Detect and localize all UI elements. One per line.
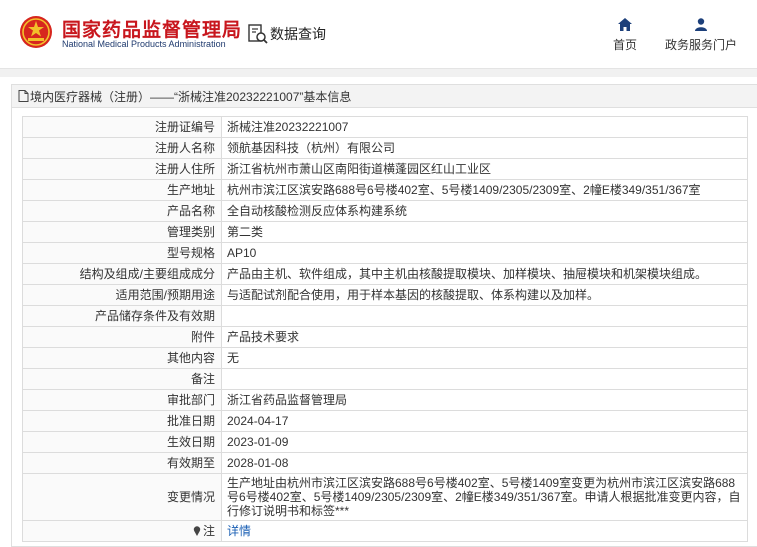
row-value: 2028-01-08 <box>221 452 748 474</box>
table-row: 注 详情 <box>22 520 748 542</box>
note-icon <box>193 526 201 536</box>
table-row: 附件 产品技术要求 <box>22 326 748 348</box>
table-row: 备注 <box>22 368 748 390</box>
row-value: 无 <box>221 347 748 369</box>
row-value <box>221 368 748 390</box>
row-value: 浙械注准20232221007 <box>221 116 748 138</box>
note-label: 注 <box>202 524 215 538</box>
table-row: 结构及组成/主要组成成分 产品由主机、软件组成，其中主机由核酸提取模块、加样模块、… <box>22 263 748 285</box>
row-value <box>221 305 748 327</box>
home-icon <box>618 18 632 31</box>
detail-panel: 境内医疗器械（注册）——“浙械注准20232221007”基本信息 注册证编号浙… <box>11 84 757 547</box>
table-row: 注册人名称 领航基因科技（杭州）有限公司 <box>22 137 748 159</box>
data-query-label: 数据查询 <box>270 26 326 42</box>
document-icon <box>18 90 29 102</box>
row-value: 全自动核酸检测反应体系构建系统 <box>221 200 748 222</box>
row-value: 领航基因科技（杭州）有限公司 <box>221 137 748 159</box>
row-label: 型号规格 <box>22 242 222 264</box>
table-row: 注册证编号 浙械注准20232221007 <box>22 116 748 138</box>
row-label: 备注 <box>22 368 222 390</box>
row-label: 有效期至 <box>22 452 222 474</box>
row-label: 注 <box>22 520 222 542</box>
row-label: 变更情况 <box>22 473 222 521</box>
table-row: 变更情况 生产地址由杭州市滨江区滨安路688号6号楼402室、5号楼1409室变更… <box>22 473 748 521</box>
nav-home-label: 首页 <box>612 38 637 52</box>
row-value: 与适配试剂配合使用，用于样本基因的核酸提取、体系构建以及加样。 <box>221 284 748 306</box>
row-value: 2023-01-09 <box>221 431 748 453</box>
site-header: 国家药品监督管理局 National Medical Products Admi… <box>0 0 757 68</box>
row-label: 注册人名称 <box>22 137 222 159</box>
info-table: 注册证编号 浙械注准20232221007 注册人名称 领航基因科技（杭州）有限公司… <box>22 116 748 542</box>
row-value: 产品由主机、软件组成，其中主机由核酸提取模块、加样模块、抽屉模块和机架模块组成。 <box>221 263 748 285</box>
panel-header: 境内医疗器械（注册）——“浙械注准20232221007”基本信息 <box>12 85 757 108</box>
nav-home[interactable]: 首页 <box>606 18 644 53</box>
panel-title: 境内医疗器械（注册）——“浙械注准20232221007”基本信息 <box>30 89 352 104</box>
row-label: 附件 <box>22 326 222 348</box>
table-row: 管理类别 第二类 <box>22 221 748 243</box>
row-label: 审批部门 <box>22 389 222 411</box>
row-label: 生产地址 <box>22 179 222 201</box>
table-row: 生产地址 杭州市滨江区滨安路688号6号楼402室、5号楼1409/2305/23… <box>22 179 748 201</box>
user-icon <box>695 18 707 31</box>
table-row: 产品名称 全自动核酸检测反应体系构建系统 <box>22 200 748 222</box>
table-row: 注册人住所 浙江省杭州市萧山区南阳街道横蓬园区红山工业区 <box>22 158 748 180</box>
header-divider <box>0 68 757 77</box>
table-row: 型号规格 AP10 <box>22 242 748 264</box>
table-row: 批准日期 2024-04-17 <box>22 410 748 432</box>
row-label: 产品储存条件及有效期 <box>22 305 222 327</box>
row-value: 杭州市滨江区滨安路688号6号楼402室、5号楼1409/2305/2309室、… <box>221 179 748 201</box>
row-label: 产品名称 <box>22 200 222 222</box>
row-value: 浙江省杭州市萧山区南阳街道横蓬园区红山工业区 <box>221 158 748 180</box>
table-row: 有效期至 2028-01-08 <box>22 452 748 474</box>
row-value: 详情 <box>221 520 748 542</box>
row-value: AP10 <box>221 242 748 264</box>
row-label: 注册证编号 <box>22 116 222 138</box>
row-label: 注册人住所 <box>22 158 222 180</box>
row-value: 第二类 <box>221 221 748 243</box>
table-row: 产品储存条件及有效期 <box>22 305 748 327</box>
site-title-en: National Medical Products Administration <box>62 39 226 49</box>
data-query-link[interactable]: 数据查询 <box>247 22 326 46</box>
row-value: 2024-04-17 <box>221 410 748 432</box>
row-label: 生效日期 <box>22 431 222 453</box>
row-label: 结构及组成/主要组成成分 <box>22 263 222 285</box>
site-title[interactable]: 国家药品监督管理局 <box>62 15 242 42</box>
row-label: 批准日期 <box>22 410 222 432</box>
row-label: 适用范围/预期用途 <box>22 284 222 306</box>
row-value: 产品技术要求 <box>221 326 748 348</box>
nav-service-portal[interactable]: 政务服务门户 <box>660 18 742 53</box>
table-row: 其他内容无 <box>22 347 748 369</box>
data-query-icon <box>248 24 268 44</box>
table-row: 生效日期 2023-01-09 <box>22 431 748 453</box>
row-value: 生产地址由杭州市滨江区滨安路688号6号楼402室、5号楼1409室变更为杭州市… <box>221 473 748 521</box>
table-row: 审批部门 浙江省药品监督管理局 <box>22 389 748 411</box>
table-row: 适用范围/预期用途 与适配试剂配合使用，用于样本基因的核酸提取、体系构建以及加样。 <box>22 284 748 306</box>
emblem-icon <box>20 16 52 48</box>
nav-service-label: 政务服务门户 <box>664 38 737 52</box>
row-value: 浙江省药品监督管理局 <box>221 389 748 411</box>
row-label: 管理类别 <box>22 221 222 243</box>
row-label: 其他内容 <box>22 347 222 369</box>
detail-link[interactable]: 详情 <box>227 524 251 538</box>
